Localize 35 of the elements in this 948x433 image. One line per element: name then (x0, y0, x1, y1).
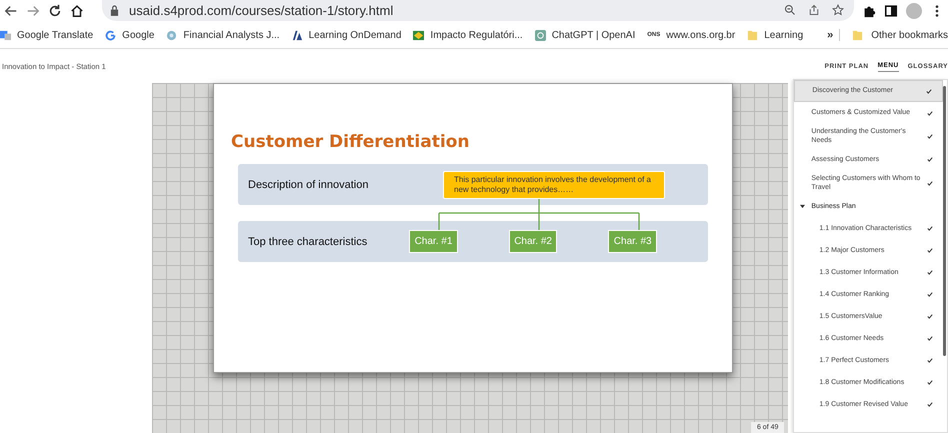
bookmark[interactable]: Learning OnDemand (292, 30, 402, 40)
flag-icon (413, 30, 424, 40)
bookmark[interactable]: ChatGPT | OpenAI (534, 30, 636, 40)
share-icon[interactable] (808, 4, 820, 16)
puzzle-icon[interactable] (862, 4, 876, 18)
back-icon[interactable] (4, 4, 18, 18)
logo-icon (292, 30, 303, 40)
characteristic-box: Char. #2 (508, 230, 558, 253)
bookmark[interactable]: Google Translate (0, 30, 94, 40)
address-bar[interactable]: usaid.s4prod.com/courses/station-1/story.html (102, 0, 854, 21)
zoom-out-icon[interactable] (784, 4, 796, 16)
google-icon (105, 30, 116, 40)
lock-icon[interactable] (110, 4, 119, 16)
folder-icon (747, 30, 758, 40)
home-icon[interactable] (70, 4, 84, 18)
folder-icon (852, 30, 864, 40)
forward-icon[interactable] (26, 4, 40, 18)
star-icon[interactable] (832, 4, 844, 16)
characteristic-box: Char. #3 (608, 230, 658, 253)
reload-icon[interactable] (48, 4, 62, 18)
slide-title: Customer Differentiation (231, 132, 470, 152)
bookmark[interactable]: Financial Analysts J... (166, 30, 280, 40)
other-bookmarks[interactable]: Other bookmarks (852, 30, 948, 40)
scrollbar[interactable] (943, 86, 946, 356)
caret-icon[interactable] (800, 204, 806, 210)
characteristic-box: Char. #1 (409, 230, 458, 253)
bookmark[interactable]: Google (105, 30, 154, 40)
side-panel-icon[interactable] (884, 4, 898, 18)
overflow-chevron[interactable]: » (827, 29, 840, 41)
bookmark[interactable]: Learning (747, 30, 804, 40)
chat-logo-icon (534, 30, 546, 40)
row-label: Top three characteristics (247, 236, 368, 248)
bookmark[interactable]: Impacto Regulatóri... (413, 30, 523, 40)
description-box: This particular innovation involves the development of a new technology that provides…… (443, 170, 665, 198)
row-label: Description of innovation (247, 178, 370, 190)
